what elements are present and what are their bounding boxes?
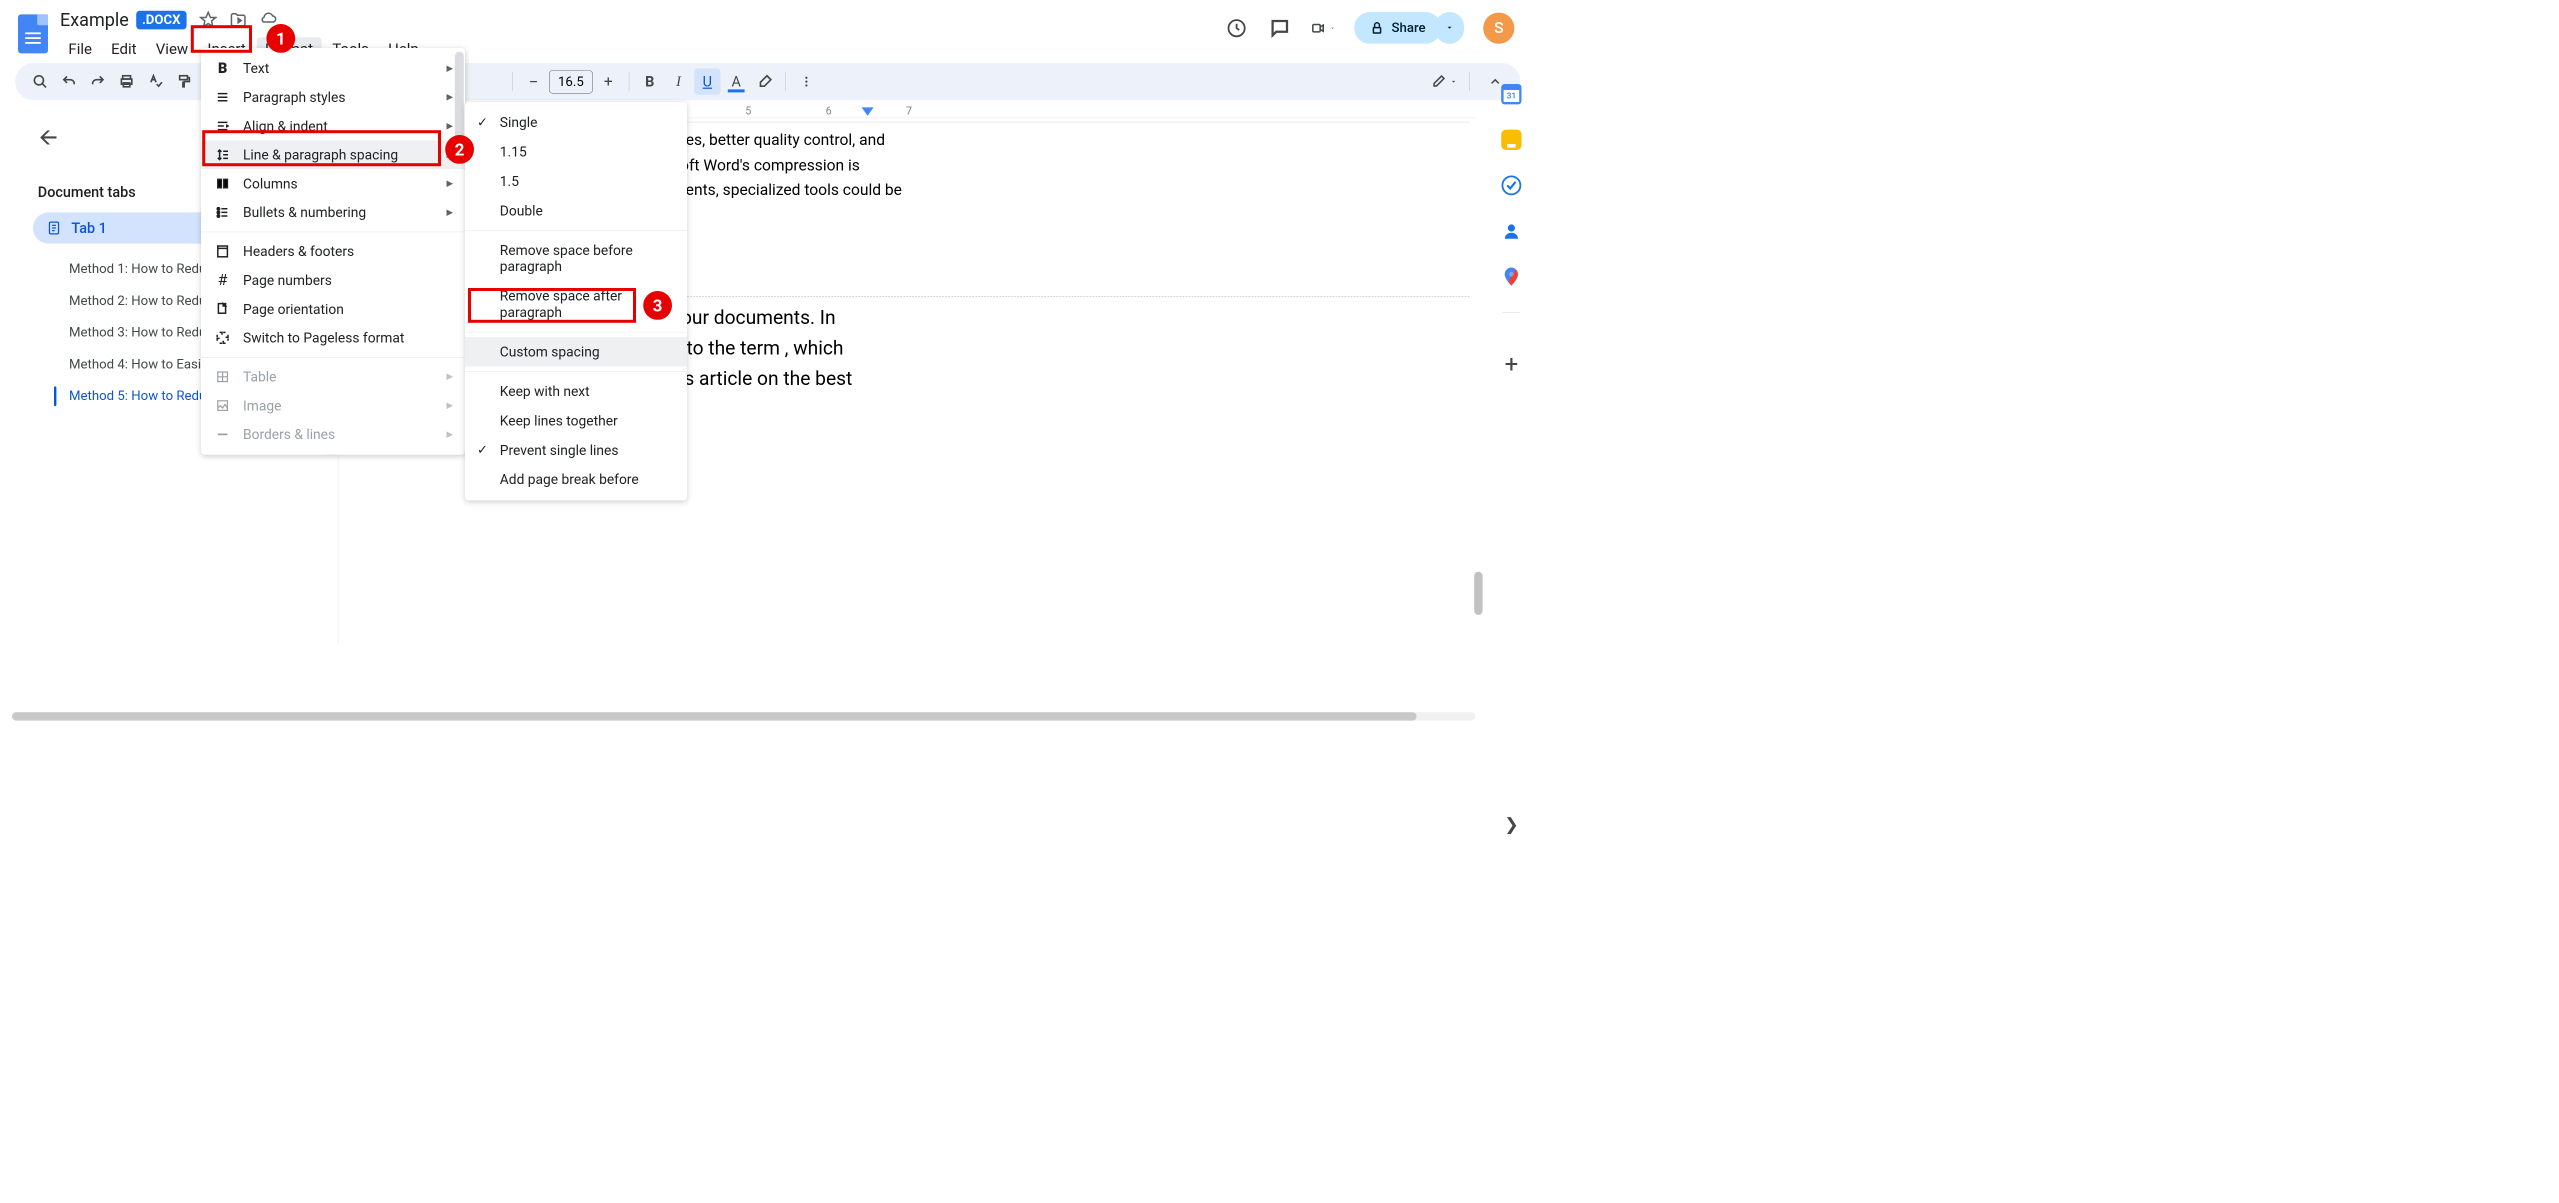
format-align-indent[interactable]: Align & indent▶ [201,112,465,141]
horizontal-scrollbar[interactable] [12,712,1475,720]
spacing-keep-lines[interactable]: Keep lines together [465,406,687,435]
spacing-keep-next[interactable]: Keep with next [465,377,687,406]
spacing-prevent-single[interactable]: ✓Prevent single lines [465,436,687,465]
font-size-input[interactable]: 16.5 [549,70,593,93]
spacing-custom[interactable]: Custom spacing [465,337,687,366]
italic-button[interactable]: I [665,68,691,94]
contacts-icon[interactable] [1501,221,1521,241]
side-panel: 31 + ❯ [1487,66,1535,378]
menu-edit[interactable]: Edit [103,37,145,62]
paint-format-icon[interactable] [171,68,197,94]
menu-view[interactable]: View [147,37,196,62]
annotation-marker-1: 1 [266,24,295,53]
bullets-icon [214,204,231,221]
format-text[interactable]: BText▶ [201,54,465,83]
check-icon: ✓ [477,115,488,130]
tasks-icon[interactable] [1501,175,1521,195]
history-icon[interactable] [1225,16,1249,40]
search-menus-icon[interactable] [27,68,53,94]
table-icon [214,368,231,385]
hash-icon: # [214,272,231,289]
keep-icon[interactable] [1501,130,1521,150]
text-color-button[interactable]: A [723,68,749,94]
spacing-page-break-before[interactable]: Add page break before [465,465,687,494]
collapse-panel-icon[interactable]: ❯ [1504,814,1518,834]
meet-button[interactable] [1311,16,1335,40]
check-icon: ✓ [477,443,488,458]
tab-1-label: Tab 1 [71,220,106,237]
image-icon [214,397,231,414]
format-bullets[interactable]: Bullets & numbering▶ [201,198,465,227]
ruler-tick-7: 7 [906,105,912,118]
calendar-icon[interactable]: 31 [1501,84,1521,104]
undo-icon[interactable] [56,68,82,94]
redo-icon[interactable] [85,68,111,94]
comments-icon[interactable] [1268,16,1292,40]
addons-plus-icon[interactable]: + [1505,350,1519,378]
format-image: Image▶ [201,391,465,420]
star-icon[interactable] [198,10,217,29]
menu-file[interactable]: File [60,37,100,62]
spacing-15[interactable]: 1.5 [465,167,687,196]
spacing-115[interactable]: 1.15 [465,137,687,166]
columns-icon [214,175,231,192]
user-avatar[interactable]: S [1483,12,1514,43]
format-borders: Borders & lines▶ [201,420,465,449]
more-toolbar-icon[interactable] [793,68,819,94]
underline-button[interactable]: U [694,68,720,94]
format-table: Table▶ [201,362,465,391]
share-label: Share [1392,20,1426,35]
orientation-icon [214,301,231,318]
annotation-marker-2: 2 [445,135,474,164]
docx-badge: .DOCX [136,11,187,30]
annotation-marker-3: 3 [643,291,672,320]
header-actions: Share S [1225,12,1515,44]
document-title[interactable]: Example [60,9,129,30]
spellcheck-icon[interactable] [142,68,168,94]
format-paragraph-styles[interactable]: Paragraph styles▶ [201,83,465,112]
bold-icon: B [214,60,231,77]
spacing-double[interactable]: Double [465,196,687,225]
document-text-block-1: ures, better quality control, and soft W… [672,128,960,203]
borders-icon [214,426,231,443]
spacing-single[interactable]: ✓Single [465,108,687,137]
docs-logo-icon[interactable] [15,10,51,58]
format-menu-dropdown: BText▶ Paragraph styles▶ Align & indent▶… [201,48,465,455]
ruler-tick-5: 5 [745,105,751,118]
move-icon[interactable] [228,10,247,29]
spacing-remove-before[interactable]: Remove space before paragraph [465,236,687,282]
pageless-icon [214,329,231,346]
format-pageless[interactable]: Switch to Pageless format [201,323,465,352]
headers-icon [214,243,231,260]
lock-icon [1370,21,1384,35]
ruler-tick-6: 6 [826,105,832,118]
format-page-numbers[interactable]: #Page numbers [201,266,465,295]
format-columns[interactable]: Columns▶ [201,169,465,198]
document-icon [46,220,62,236]
share-button[interactable]: Share [1354,12,1441,44]
highlight-button[interactable] [752,68,778,94]
vertical-scrollbar[interactable] [1474,572,1482,615]
maps-icon[interactable] [1501,266,1521,286]
ruler-right-indent[interactable] [862,107,874,115]
edit-mode-button[interactable] [1431,68,1457,94]
spacing-icon [214,146,231,163]
align-icon [214,118,231,135]
share-dropdown[interactable] [1435,12,1464,44]
document-text-block-2: your documents. In k to the term , which… [672,302,960,394]
format-line-spacing[interactable]: Line & paragraph spacing▶ [201,140,465,169]
print-icon[interactable] [113,68,139,94]
bold-button[interactable]: B [637,68,663,94]
paragraph-icon [214,89,231,106]
format-headers-footers[interactable]: Headers & footers [201,237,465,266]
font-size-increase[interactable]: + [595,68,621,94]
format-page-orientation[interactable]: Page orientation [201,295,465,324]
font-size-decrease[interactable]: − [520,68,546,94]
